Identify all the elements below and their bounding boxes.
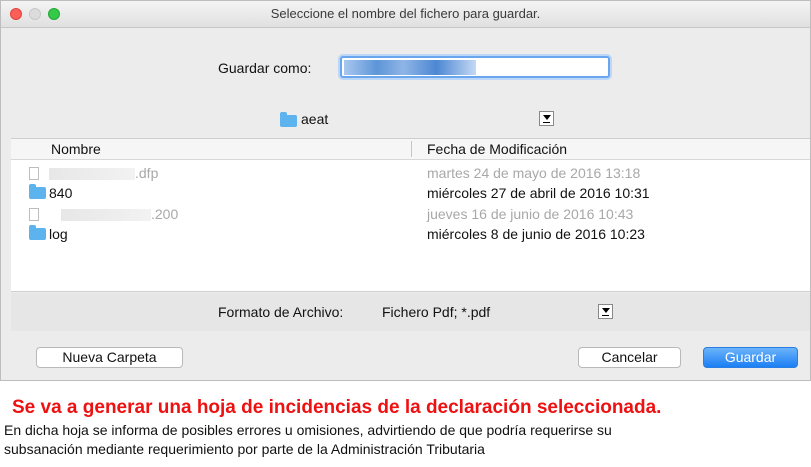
save-as-input[interactable] [340,56,610,78]
file-name: log [49,226,68,242]
save-button[interactable]: Guardar [703,347,798,368]
format-label: Formato de Archivo: [218,304,344,320]
redacted-name [61,209,151,222]
cancel-button[interactable]: Cancelar [578,347,681,368]
file-row[interactable]: .dfp martes 24 de mayo de 2016 13:18 [11,163,810,184]
file-date: miércoles 27 de abril de 2016 10:31 [427,185,650,201]
notice-line-2: subsanación mediante requerimiento por p… [4,441,485,457]
file-date: martes 24 de mayo de 2016 13:18 [427,165,641,181]
file-name: .dfp [49,165,158,181]
column-date-header[interactable]: Fecha de Modificación [427,141,567,157]
folder-icon [280,112,297,127]
notice-line-1: En dicha hoja se informa de posibles err… [4,422,612,438]
file-row[interactable]: log miércoles 8 de junio de 2016 10:23 [11,224,810,245]
location-folder-name: aeat [301,111,329,127]
format-select[interactable]: Fichero Pdf; *.pdf [382,304,490,320]
location-dropdown-arrow-icon[interactable] [539,111,554,126]
file-name: 840 [49,185,73,201]
document-icon [29,208,39,221]
save-as-label: Guardar como: [218,60,312,76]
notice-title: Se va a generar una hoja de incidencias … [12,397,662,418]
file-date: jueves 16 de junio de 2016 10:43 [427,206,634,222]
file-name: .200 [49,206,178,222]
file-row[interactable]: .200 jueves 16 de junio de 2016 10:43 [11,204,810,225]
format-bar: Formato de Archivo: Fichero Pdf; *.pdf [11,293,810,331]
folder-icon [29,225,46,240]
column-name-header[interactable]: Nombre [51,141,101,157]
file-extension: .200 [151,206,179,222]
redacted-name [49,168,135,181]
document-icon [29,167,39,180]
file-date: miércoles 8 de junio de 2016 10:23 [427,226,645,242]
window-title: Seleccione el nombre del fichero para gu… [270,6,541,21]
file-row[interactable]: 840 miércoles 27 de abril de 2016 10:31 [11,183,810,204]
column-divider[interactable] [411,141,412,157]
save-dialog: Seleccione el nombre del fichero para gu… [0,0,811,381]
file-list-header: Nombre Fecha de Modificación [11,139,810,160]
new-folder-button[interactable]: Nueva Carpeta [36,347,183,368]
file-extension: .dfp [135,165,159,181]
title-bar: Seleccione el nombre del fichero para gu… [1,1,810,28]
file-list[interactable]: Nombre Fecha de Modificación .dfp martes… [11,138,810,292]
format-dropdown-arrow-icon[interactable] [598,304,613,319]
folder-icon [29,184,46,199]
